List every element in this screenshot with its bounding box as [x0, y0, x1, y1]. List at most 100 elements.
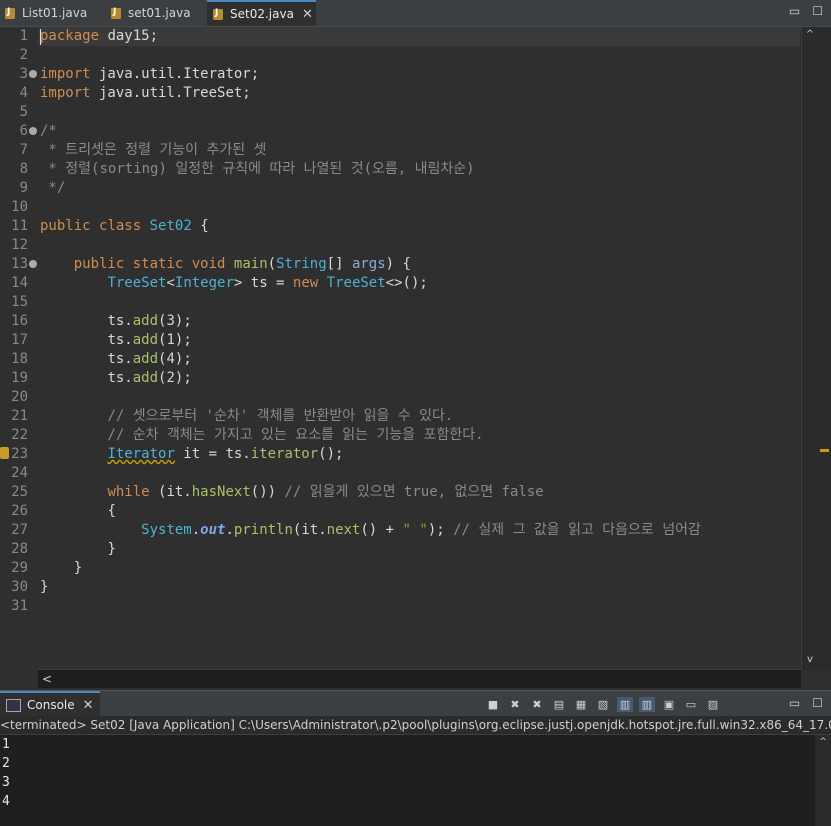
- line-number: 15: [11, 294, 28, 310]
- console-output-line: 4: [2, 794, 10, 809]
- scroll-down-icon[interactable]: v: [802, 654, 818, 665]
- line-number: 26: [11, 503, 28, 519]
- code-line-28: }: [107, 541, 116, 557]
- code-line-19: ts.add(2);: [107, 370, 192, 386]
- line-number: 20: [11, 389, 28, 405]
- code-line-13: public static void main(String[] args) {: [73, 256, 411, 272]
- java-file-icon: [4, 6, 18, 20]
- console-output[interactable]: 1 2 3 4 ^: [0, 735, 831, 826]
- line-number: 13: [11, 256, 28, 272]
- console-icon: [6, 698, 21, 712]
- console-output-line: 3: [2, 775, 10, 790]
- pin-console-icon[interactable]: ▣: [661, 697, 677, 712]
- line-number: 6: [19, 123, 28, 139]
- line-number: 12: [11, 237, 28, 253]
- tab-list01[interactable]: List01.java: [4, 0, 87, 26]
- code-line-30: }: [40, 579, 49, 595]
- terminate-icon[interactable]: ■: [485, 697, 501, 712]
- tab-console[interactable]: Console ✕: [0, 691, 100, 717]
- eclipse-window: List01.java set01.java Set02.java ✕ ▭ ☐ …: [0, 0, 831, 826]
- code-line-18: ts.add(4);: [107, 351, 192, 367]
- code-line-7: * 트리셋은 정렬 기능이 추가된 셋: [40, 142, 267, 158]
- line-number: 10: [11, 199, 28, 215]
- code-line-17: ts.add(1);: [107, 332, 192, 348]
- clear-console-icon[interactable]: ▤: [551, 697, 567, 712]
- scroll-up-icon[interactable]: ^: [802, 29, 818, 40]
- editor-horizontal-scrollbar[interactable]: <: [38, 669, 801, 688]
- line-number: 3: [19, 66, 28, 82]
- console-status-line: <terminated> Set02 [Java Application] C:…: [0, 716, 831, 735]
- line-number: 30: [11, 579, 28, 595]
- line-number: 24: [11, 465, 28, 481]
- code-line-4: import java.util.TreeSet;: [40, 85, 251, 101]
- editor-tab-bar: List01.java set01.java Set02.java ✕ ▭ ☐: [0, 0, 831, 27]
- maximize-button[interactable]: ☐: [812, 696, 823, 710]
- line-number: 9: [19, 180, 28, 196]
- scroll-left-icon[interactable]: <: [42, 670, 52, 688]
- code-line-25: while (it.hasNext()) // 읽을게 있으면 true, 없으…: [107, 484, 544, 500]
- line-number: 11: [11, 218, 28, 234]
- warning-icon[interactable]: [0, 447, 9, 459]
- fold-icon[interactable]: [29, 260, 37, 268]
- line-number: 4: [19, 85, 28, 101]
- code-line-3: import java.util.Iterator;: [40, 66, 260, 82]
- tab-label: set01.java: [128, 6, 191, 20]
- show-on-stderr-icon[interactable]: ▥: [639, 697, 655, 712]
- java-file-icon: [110, 6, 124, 20]
- line-number: 8: [19, 161, 28, 177]
- code-line-22: // 순차 객체는 가지고 있는 요소를 읽는 기능을 포함한다.: [107, 427, 484, 443]
- close-icon[interactable]: ✕: [302, 7, 313, 22]
- line-number: 18: [11, 351, 28, 367]
- line-number: 16: [11, 313, 28, 329]
- line-number: 29: [11, 560, 28, 576]
- line-number: 17: [11, 332, 28, 348]
- maximize-button[interactable]: ☐: [812, 4, 823, 18]
- warning-overview-marker[interactable]: [820, 449, 829, 452]
- line-number: 19: [11, 370, 28, 386]
- console-toolbar: ■ ✖ ✖ ▤ ▦ ▧ ▥ ▥ ▣ ▭ ▨: [485, 697, 721, 712]
- java-file-icon: [212, 7, 226, 21]
- minimize-button[interactable]: ▭: [789, 696, 800, 710]
- code-line-21: // 셋으로부터 '순차' 객체를 반환받아 읽을 수 있다.: [107, 408, 454, 424]
- code-line-27: System.out.println(it.next() + " "); // …: [141, 522, 701, 538]
- scroll-lock-icon[interactable]: ▦: [573, 697, 589, 712]
- editor-window-controls: ▭ ☐: [789, 4, 823, 18]
- console-vertical-scrollbar[interactable]: ^: [815, 735, 831, 826]
- code-editor[interactable]: 1 2 3 4 5 6 7 8 9 10 11 12 13 14 15 16 1…: [0, 27, 831, 688]
- line-number: 1: [19, 28, 28, 44]
- tab-set02[interactable]: Set02.java ✕: [207, 0, 316, 26]
- code-line-23: Iterator it = ts.iterator();: [107, 446, 344, 462]
- line-number: 27: [11, 522, 28, 538]
- code-line-6: /*: [40, 123, 57, 139]
- scroll-up-icon[interactable]: ^: [815, 737, 831, 747]
- console-output-line: 2: [2, 756, 10, 771]
- close-icon[interactable]: ✕: [83, 698, 94, 713]
- code-line-1: package day15;: [40, 28, 159, 44]
- word-wrap-icon[interactable]: ▧: [595, 697, 611, 712]
- code-line-26: {: [107, 503, 116, 519]
- console-window-controls: ▭ ☐: [789, 696, 823, 710]
- line-number: 5: [19, 104, 28, 120]
- show-on-stdout-icon[interactable]: ▥: [617, 697, 633, 712]
- editor-vertical-scrollbar[interactable]: ^ v: [801, 27, 831, 670]
- tab-set01[interactable]: set01.java: [110, 0, 191, 26]
- line-number-gutter: 1 2 3 4 5 6 7 8 9 10 11 12 13 14 15 16 1…: [0, 27, 38, 670]
- display-console-icon[interactable]: ▭: [683, 697, 699, 712]
- line-number: 21: [11, 408, 28, 424]
- tab-label: Set02.java: [230, 7, 294, 21]
- remove-launch-icon[interactable]: ✖: [507, 697, 523, 712]
- code-line-11: public class Set02 {: [40, 218, 209, 234]
- line-number: 22: [11, 427, 28, 443]
- code-line-16: ts.add(3);: [107, 313, 192, 329]
- open-console-icon[interactable]: ▨: [705, 697, 721, 712]
- code-line-29: }: [73, 560, 83, 576]
- console-tab-label: Console: [27, 698, 75, 712]
- fold-icon[interactable]: [29, 70, 37, 78]
- line-number: 7: [19, 142, 28, 158]
- fold-icon[interactable]: [29, 127, 37, 135]
- code-line-14: TreeSet<Integer> ts = new TreeSet<>();: [107, 275, 428, 291]
- minimize-button[interactable]: ▭: [789, 4, 800, 18]
- line-number: 14: [11, 275, 28, 291]
- remove-all-terminated-icon[interactable]: ✖: [529, 697, 545, 712]
- console-output-line: 1: [2, 737, 10, 752]
